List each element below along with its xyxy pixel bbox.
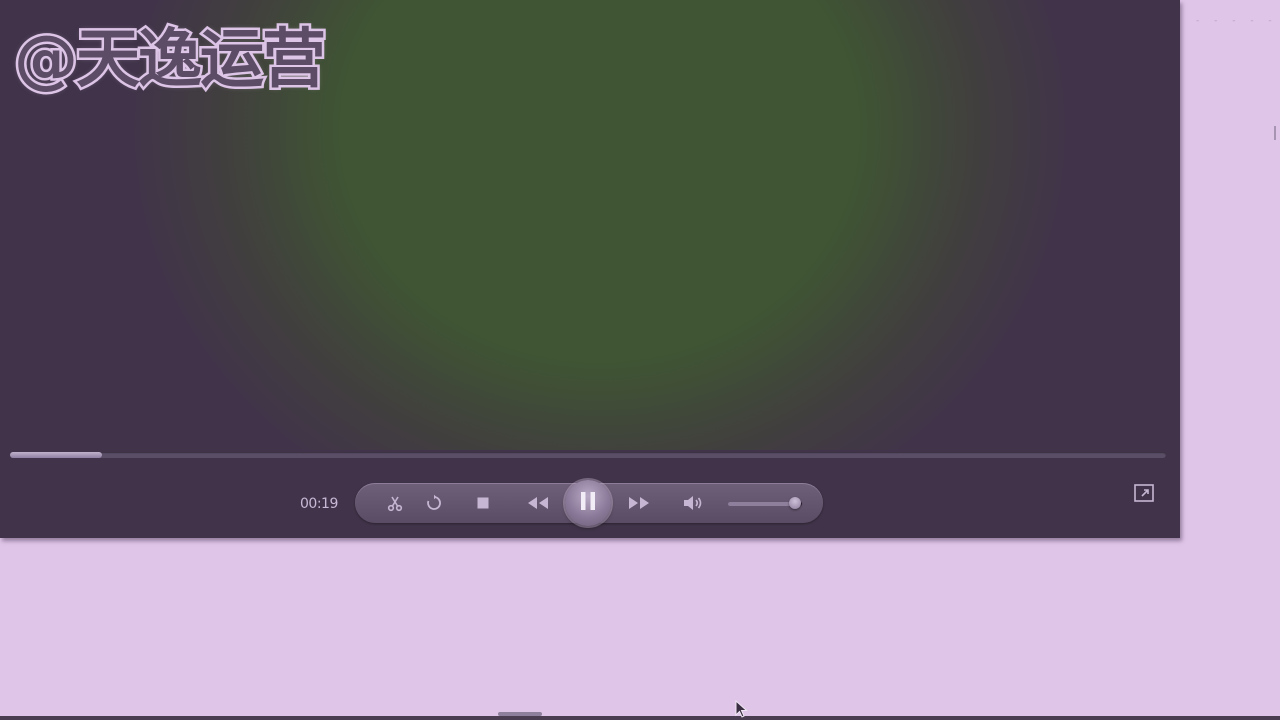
volume-button[interactable] (681, 492, 705, 514)
clip-button[interactable] (384, 492, 406, 514)
speaker-icon (682, 495, 704, 511)
background-window-edge: - - - - - (1196, 16, 1278, 26)
desktop: @天逸运营 00:19 - - - - - (0, 0, 1280, 720)
stop-icon (476, 496, 490, 510)
pause-button[interactable] (565, 480, 611, 526)
stop-button[interactable] (472, 492, 494, 514)
background-window-marker (1274, 126, 1280, 140)
watermark-text: @天逸运营 (12, 21, 329, 100)
fast-forward-button[interactable] (625, 492, 653, 514)
control-bar: 00:19 (0, 470, 1180, 538)
pause-icon (578, 490, 598, 516)
fast-forward-icon (627, 496, 651, 510)
repeat-icon (425, 494, 443, 512)
taskbar-handle[interactable] (498, 712, 542, 716)
mouse-cursor-icon (735, 699, 749, 718)
volume-slider-thumb[interactable] (788, 497, 801, 509)
volume-level (728, 502, 795, 506)
seek-bar[interactable] (10, 452, 1166, 458)
fullscreen-button[interactable] (1134, 484, 1154, 502)
loop-button[interactable] (423, 492, 445, 514)
taskbar-edge (0, 716, 1280, 720)
scissors-icon (386, 494, 404, 512)
volume-slider[interactable] (728, 497, 802, 509)
current-time: 00:19 (300, 496, 338, 512)
video-area[interactable]: @天逸运营 (0, 0, 1180, 450)
fullscreen-icon (1134, 484, 1154, 506)
rewind-button[interactable] (524, 492, 552, 514)
seek-bar-progress (10, 452, 103, 458)
media-player-window: @天逸运营 00:19 (0, 0, 1180, 538)
rewind-icon (526, 496, 550, 510)
